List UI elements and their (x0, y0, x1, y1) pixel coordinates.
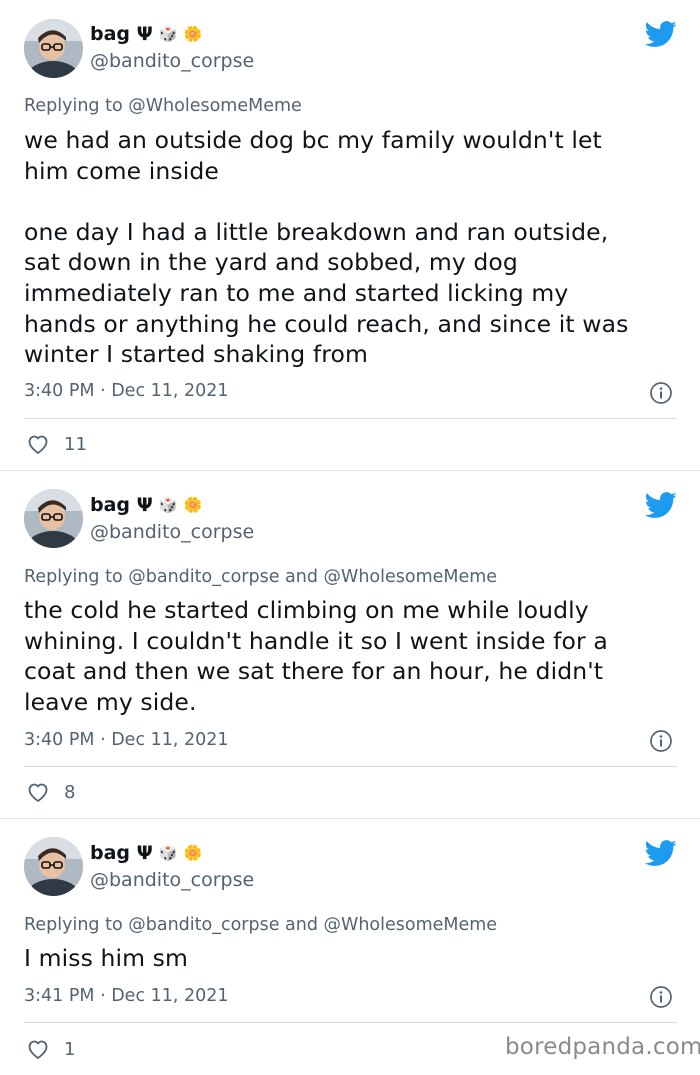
timestamp[interactable]: 3:40 PM · Dec 11, 2021 (24, 381, 229, 401)
display-name[interactable]: bag Ψ (90, 494, 153, 516)
user-handle[interactable]: @bandito_corpse (90, 869, 254, 891)
info-icon[interactable] (649, 985, 673, 1009)
action-divider (24, 1022, 677, 1023)
heart-icon[interactable] (26, 780, 50, 804)
mention-link[interactable]: @bandito_corpse (128, 567, 279, 587)
display-name[interactable]: bag Ψ (90, 23, 153, 45)
action-divider (24, 766, 677, 767)
heart-icon[interactable] (26, 1037, 50, 1061)
twitter-bird-icon[interactable] (645, 837, 677, 869)
flower-icon: 🌼 (183, 495, 203, 514)
tweet-2: bag Ψ 🎲 🌼 @bandito_corpse Replying to @b… (0, 471, 700, 818)
flower-icon: 🌼 (183, 843, 203, 862)
dice-icon: 🎲 (158, 24, 178, 43)
avatar[interactable] (24, 19, 83, 78)
avatar[interactable] (24, 489, 83, 548)
mention-link[interactable]: @WholesomeMeme (128, 96, 302, 116)
user-handle[interactable]: @bandito_corpse (90, 50, 254, 72)
like-count: 1 (64, 1038, 76, 1060)
replying-prefix: Replying to (24, 567, 129, 587)
display-name-row[interactable]: bag Ψ 🎲 🌼 (90, 841, 202, 865)
avatar[interactable] (24, 837, 83, 896)
dice-icon: 🎲 (158, 843, 178, 862)
display-name[interactable]: bag Ψ (90, 842, 153, 864)
like-count: 8 (64, 781, 76, 803)
replying-to: Replying to @bandito_corpse and @Wholeso… (24, 915, 497, 935)
like-button[interactable]: 1 (26, 1037, 75, 1061)
replying-and: and (279, 567, 324, 587)
replying-to: Replying to @WholesomeMeme (24, 96, 302, 116)
dice-icon: 🎲 (158, 495, 178, 514)
replying-to: Replying to @bandito_corpse and @Wholeso… (24, 567, 497, 587)
tweet-text: the cold he started climbing on me while… (24, 596, 608, 716)
twitter-bird-icon[interactable] (645, 18, 677, 50)
tweet-text: I miss him sm (24, 944, 188, 972)
user-handle[interactable]: @bandito_corpse (90, 521, 254, 543)
like-count: 11 (64, 433, 87, 455)
like-button[interactable]: 11 (26, 432, 87, 456)
display-name-row[interactable]: bag Ψ 🎲 🌼 (90, 493, 202, 517)
info-icon[interactable] (649, 729, 673, 753)
watermark: boredpanda.com (505, 1034, 700, 1060)
flower-icon: 🌼 (183, 24, 203, 43)
info-icon[interactable] (649, 381, 673, 405)
heart-icon[interactable] (26, 432, 50, 456)
replying-prefix: Replying to (24, 96, 129, 116)
tweet-text: we had an outside dog bc my family would… (24, 126, 629, 369)
timestamp[interactable]: 3:40 PM · Dec 11, 2021 (24, 730, 229, 750)
twitter-bird-icon[interactable] (645, 489, 677, 521)
replying-prefix: Replying to (24, 915, 129, 935)
action-divider (24, 418, 677, 419)
mention-link-2[interactable]: @WholesomeMeme (324, 567, 498, 587)
tweet-1: bag Ψ 🎲 🌼 @bandito_corpse Replying to @W… (0, 0, 700, 470)
replying-and: and (279, 915, 324, 935)
mention-link[interactable]: @bandito_corpse (128, 915, 279, 935)
timestamp[interactable]: 3:41 PM · Dec 11, 2021 (24, 986, 229, 1006)
display-name-row[interactable]: bag Ψ 🎲 🌼 (90, 22, 202, 46)
like-button[interactable]: 8 (26, 780, 75, 804)
mention-link-2[interactable]: @WholesomeMeme (324, 915, 498, 935)
